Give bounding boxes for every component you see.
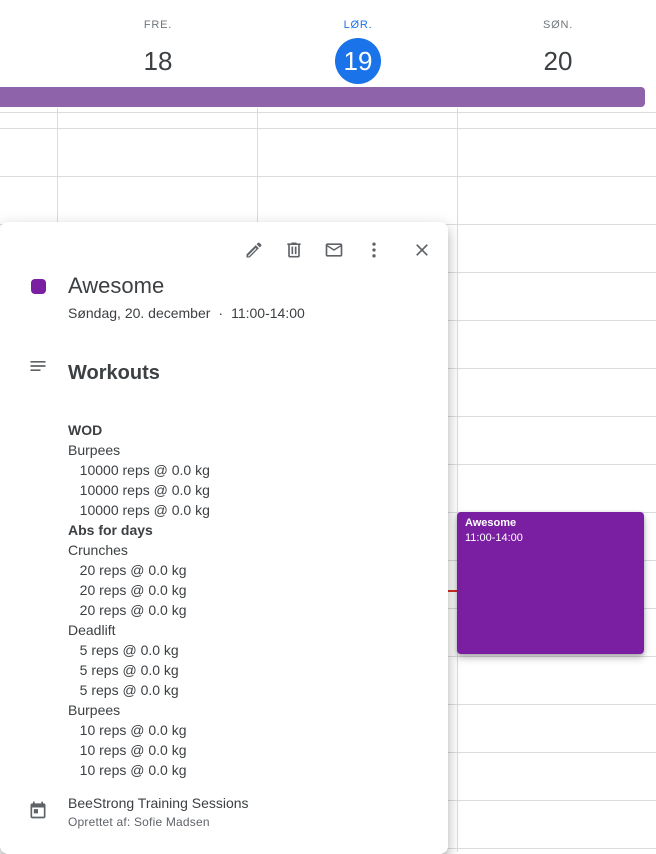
delete-icon — [284, 240, 304, 265]
grid-line — [0, 112, 656, 113]
day-number-today[interactable]: 19 — [335, 38, 381, 84]
event-block-time: 11:00-14:00 — [465, 532, 523, 544]
description-line: Burpees — [68, 442, 121, 458]
description-line: Deadlift — [68, 622, 116, 638]
calendar-name: BeeStrong Training Sessions — [68, 795, 249, 811]
event-block-title: Awesome — [465, 517, 517, 529]
delete-event-button[interactable] — [274, 232, 314, 272]
calendar-week-view: FRE. 18 LØR. 19 SØN. 20 Awesome 11:00-14… — [0, 0, 656, 854]
day-number[interactable]: 18 — [135, 38, 181, 84]
day-name: SØN. — [542, 19, 574, 31]
day-name: LØR. — [343, 19, 373, 31]
email-icon — [324, 240, 344, 265]
event-time: 11:00-14:00 — [231, 305, 305, 321]
description-line: 20 reps @ 0.0 kg — [68, 582, 187, 598]
description-section-heading: WOD — [68, 422, 103, 438]
description-line: 10 reps @ 0.0 kg — [68, 762, 187, 778]
event-color-chip — [31, 279, 46, 294]
day-number[interactable]: 20 — [535, 38, 581, 84]
description-line: 5 reps @ 0.0 kg — [68, 682, 179, 698]
grid-column-line — [457, 108, 458, 852]
description-heading: Workouts — [68, 362, 160, 384]
event-date: Søndag, 20. december — [68, 305, 211, 321]
calendar-icon — [28, 800, 48, 820]
day-header-fri[interactable]: FRE. 18 — [58, 0, 258, 86]
grid-line — [0, 128, 656, 129]
description-section-heading: Abs for days — [68, 522, 153, 538]
event-date-time: Søndag, 20. december · 11:00-14:00 — [68, 304, 305, 322]
description-line: Crunches — [68, 542, 128, 558]
description-line: 10000 reps @ 0.0 kg — [68, 502, 210, 518]
description-body: WOD Burpees 10000 reps @ 0.0 kg 10000 rep… — [68, 420, 428, 780]
close-icon — [412, 240, 432, 265]
more-options-button[interactable] — [354, 232, 394, 272]
edit-icon — [244, 240, 264, 265]
description-line: 10 reps @ 0.0 kg — [68, 722, 187, 738]
event-creator: Oprettet af: Sofie Madsen — [68, 815, 210, 829]
description-line: Burpees — [68, 702, 121, 718]
close-popup-button[interactable] — [402, 232, 442, 272]
all-day-event-bar[interactable] — [0, 87, 645, 107]
description-line: 5 reps @ 0.0 kg — [68, 642, 179, 658]
description-line: 10000 reps @ 0.0 kg — [68, 482, 210, 498]
day-header-sat[interactable]: LØR. 19 — [258, 0, 458, 86]
grid-line — [0, 176, 656, 177]
description-line: 5 reps @ 0.0 kg — [68, 662, 179, 678]
description-line: 20 reps @ 0.0 kg — [68, 562, 187, 578]
event-title: Awesome — [68, 273, 165, 298]
day-header-sun[interactable]: SØN. 20 — [458, 0, 656, 86]
email-guests-button[interactable] — [314, 232, 354, 272]
description-line: 10000 reps @ 0.0 kg — [68, 462, 210, 478]
separator-dot: · — [218, 305, 224, 321]
day-name: FRE. — [143, 19, 173, 31]
more-options-icon — [364, 240, 384, 265]
description-line: 20 reps @ 0.0 kg — [68, 602, 187, 618]
edit-event-button[interactable] — [234, 232, 274, 272]
description-line: 10 reps @ 0.0 kg — [68, 742, 187, 758]
description-icon — [28, 356, 48, 376]
event-details-popup: Awesome Søndag, 20. december · 11:00-14:00… — [0, 222, 448, 854]
event-block-awesome[interactable]: Awesome 11:00-14:00 — [457, 512, 644, 654]
